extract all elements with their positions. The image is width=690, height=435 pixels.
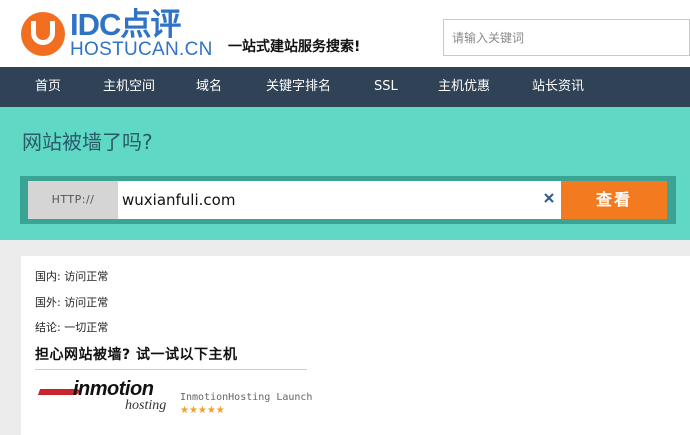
domain-check-bar: HTTP:// 查看 (20, 176, 676, 224)
main-nav: 首页 主机空间 域名 关键字排名 SSL 主机优惠 站长资讯 (0, 67, 690, 107)
brand-sub: hosting (125, 398, 167, 413)
result-domestic: 国内: 访问正常 (35, 270, 109, 283)
nav-item-news[interactable]: 站长资讯 (532, 67, 584, 107)
inmotion-logo[interactable]: inmotion hosting (37, 378, 181, 420)
domain-input[interactable] (118, 181, 561, 219)
nav-item-home[interactable]: 首页 (35, 67, 61, 107)
check-hero: 网站被墙了吗? HTTP:// 查看 (0, 107, 690, 240)
result-conclusion: 结论: 一切正常 (35, 321, 109, 334)
nav-item-domain[interactable]: 域名 (196, 67, 222, 107)
nav-item-deals[interactable]: 主机优惠 (438, 67, 490, 107)
result-foreign: 国外: 访问正常 (35, 296, 109, 309)
nav-item-hosting[interactable]: 主机空间 (103, 67, 155, 107)
site-header: IDC点评 HOSTUCAN.CN 一站式建站服务搜索! (0, 0, 690, 67)
results-panel: 国内: 访问正常 国外: 访问正常 结论: 一切正常 担心网站被墙? 试一试以下… (21, 256, 690, 435)
promo-heading: 担心网站被墙? 试一试以下主机 (35, 347, 238, 363)
host-link[interactable]: InmotionHosting Launch (180, 392, 312, 403)
nav-item-ssl[interactable]: SSL (374, 67, 398, 107)
top-search-box[interactable] (443, 19, 690, 56)
divider (35, 369, 307, 370)
logo-icon[interactable] (21, 12, 65, 56)
check-button[interactable]: 查看 (561, 181, 667, 219)
star-rating: ★★★★★ (180, 405, 225, 416)
nav-item-keyword-ranking[interactable]: 关键字排名 (266, 67, 331, 107)
domain-field[interactable] (118, 181, 561, 219)
logo-domain: HOSTUCAN.CN (70, 39, 213, 60)
close-icon[interactable] (542, 191, 556, 205)
protocol-prefix: HTTP:// (28, 181, 118, 219)
top-search-input[interactable] (444, 20, 689, 55)
page-title: 网站被墙了吗? (22, 130, 153, 154)
site-slogan: 一站式建站服务搜索! (228, 39, 361, 55)
logo-text[interactable]: IDC点评 (70, 8, 181, 42)
